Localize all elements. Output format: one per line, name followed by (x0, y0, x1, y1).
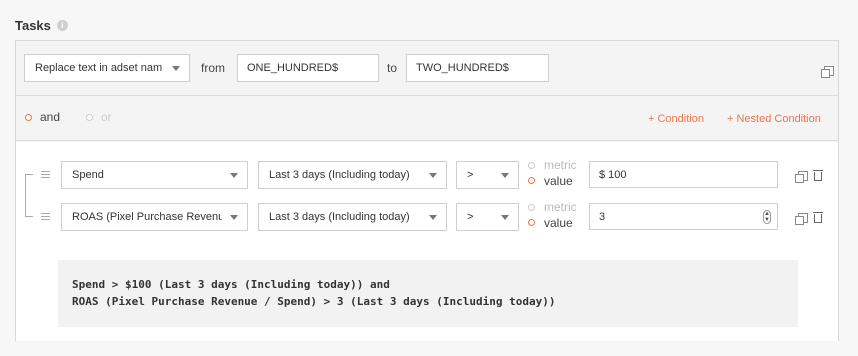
stepper-icon[interactable]: ▲ ▼ (763, 210, 771, 224)
trash-icon[interactable] (813, 212, 823, 223)
logic-row: and or + Condition + Nested Condition (16, 97, 838, 141)
chevron-down-icon (501, 173, 509, 178)
value-radio[interactable] (528, 219, 535, 226)
from-input[interactable]: ONE_HUNDRED$ (237, 54, 379, 82)
metric-radio[interactable] (528, 162, 535, 169)
chevron-down-icon (429, 215, 437, 220)
metric-option-label[interactable]: metric (544, 158, 577, 172)
and-radio[interactable] (25, 114, 32, 121)
info-icon[interactable]: i (56, 20, 68, 31)
or-radio[interactable] (86, 114, 93, 121)
period-select[interactable]: Last 3 days (Including today) (258, 203, 447, 231)
metric-radio[interactable] (528, 204, 535, 211)
copy-icon[interactable] (795, 171, 808, 183)
trash-icon[interactable] (813, 170, 823, 181)
conditions-area: Spend Last 3 days (Including today) > me… (16, 142, 838, 341)
metric-option-label[interactable]: metric (544, 200, 577, 214)
operator-select[interactable]: > (456, 161, 519, 189)
value-input[interactable]: 3 ▲ ▼ (589, 203, 778, 230)
chevron-down-icon (172, 66, 180, 71)
and-label[interactable]: and (40, 110, 60, 124)
from-label: from (201, 61, 225, 75)
value-input[interactable]: $ 100 (589, 161, 778, 188)
to-input[interactable]: TWO_HUNDRED$ (406, 54, 549, 82)
add-condition-link[interactable]: + Condition (648, 113, 704, 125)
value-option-label[interactable]: value (544, 216, 573, 230)
chevron-down-icon (429, 173, 437, 178)
copy-icon[interactable] (821, 66, 834, 78)
operator-select[interactable]: > (456, 203, 519, 231)
condition-summary: Spend > $100 (Last 3 days (Including tod… (58, 260, 798, 327)
tasks-panel: Replace text in adset nam from ONE_HUNDR… (15, 40, 839, 341)
chevron-down-icon (501, 215, 509, 220)
metric-select[interactable]: Spend (61, 161, 248, 189)
chevron-down-icon (230, 173, 238, 178)
task-action-select[interactable]: Replace text in adset nam (24, 54, 190, 82)
copy-icon[interactable] (795, 213, 808, 225)
add-nested-condition-link[interactable]: + Nested Condition (727, 113, 821, 125)
task-row: Replace text in adset nam from ONE_HUNDR… (16, 41, 838, 96)
drag-handle-icon[interactable] (41, 213, 50, 220)
or-label[interactable]: or (101, 110, 112, 124)
value-option-label[interactable]: value (544, 174, 573, 188)
period-select[interactable]: Last 3 days (Including today) (258, 161, 447, 189)
value-radio[interactable] (528, 177, 535, 184)
metric-select[interactable]: ROAS (Pixel Purchase Revenue (61, 203, 248, 231)
group-bracket (25, 174, 33, 217)
section-title: Tasks i (15, 18, 68, 33)
drag-handle-icon[interactable] (41, 171, 50, 178)
chevron-down-icon (230, 215, 238, 220)
to-label: to (387, 61, 398, 75)
